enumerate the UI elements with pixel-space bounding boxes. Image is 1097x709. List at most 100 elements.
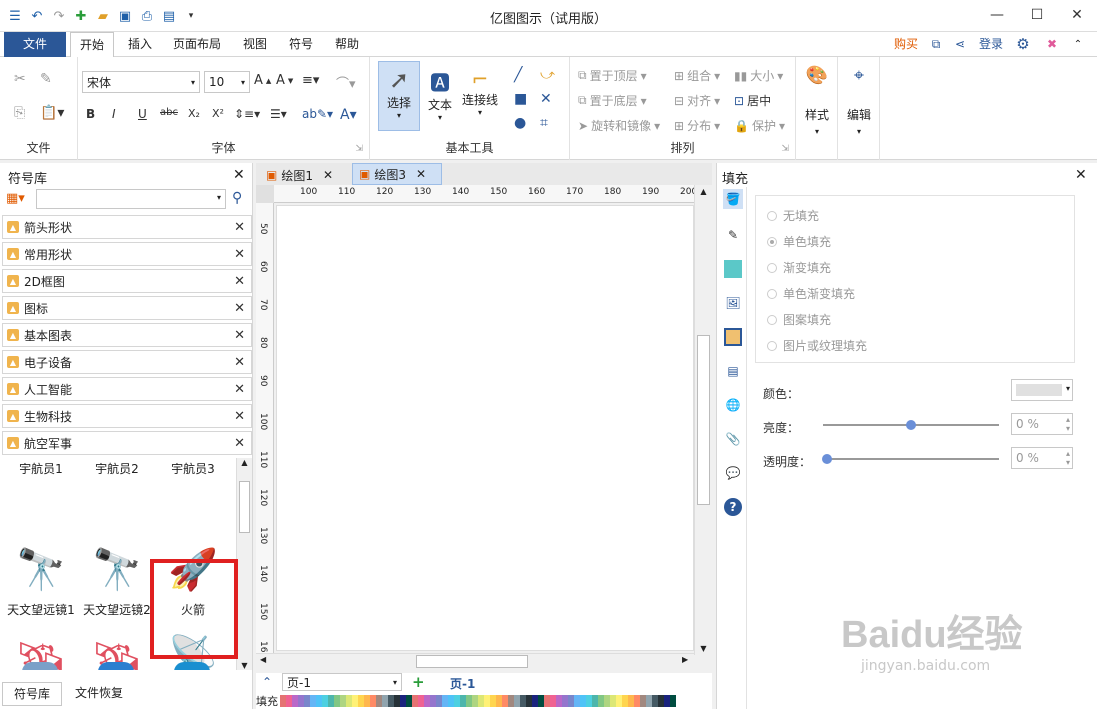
file-recovery-tab[interactable]: 文件恢复: [66, 682, 132, 706]
paste-icon[interactable]: 📋▾: [40, 105, 64, 121]
center-button[interactable]: ⊡ 居中: [734, 92, 771, 109]
add-page-icon[interactable]: +: [412, 673, 425, 691]
collapse-ribbon-icon[interactable]: ⌃: [1068, 32, 1088, 57]
library-category[interactable]: ▲ 生物科技 ✕: [2, 404, 252, 428]
library-search-input[interactable]: ▾: [36, 189, 226, 209]
category-close-icon[interactable]: ✕: [234, 274, 245, 289]
login-link[interactable]: 登录: [974, 32, 1008, 57]
select-tool-button[interactable]: ➚ 选择 ▾: [378, 61, 420, 131]
maximize-button[interactable]: ☐: [1017, 0, 1057, 30]
tab-view[interactable]: 视图: [236, 32, 274, 57]
color-picker[interactable]: ▾: [1011, 379, 1073, 401]
document-list-icon[interactable]: ▤: [723, 361, 743, 381]
combine-button[interactable]: ⊞ 组合 ▾: [674, 67, 720, 84]
library-category[interactable]: ▲ 2D框图 ✕: [2, 269, 252, 293]
rectangle-tool-icon[interactable]: ■: [514, 91, 527, 107]
library-category[interactable]: ▲ 电子设备 ✕: [2, 350, 252, 374]
arrange-dialog-launcher-icon[interactable]: ⇲: [781, 144, 789, 154]
doc-tab-3[interactable]: ▣ 绘图3 ✕: [352, 163, 442, 185]
library-category[interactable]: ▲ 人工智能 ✕: [2, 377, 252, 401]
radio-button[interactable]: [767, 262, 777, 273]
drawing-page[interactable]: [276, 205, 694, 651]
ellipse-tool-icon[interactable]: ●: [514, 115, 526, 131]
radio-button[interactable]: [767, 288, 777, 299]
shrink-font-icon[interactable]: A ▾: [276, 73, 293, 88]
underline-icon[interactable]: U: [138, 107, 147, 121]
library-bottom-tab[interactable]: 符号库: [2, 682, 62, 706]
tab-page-layout[interactable]: 页面布局: [166, 32, 228, 57]
italic-icon[interactable]: I: [112, 107, 116, 121]
library-category[interactable]: ▲ 常用形状 ✕: [2, 242, 252, 266]
line-spacing-icon[interactable]: ⇕≡▾: [234, 107, 260, 121]
radio-button[interactable]: [767, 340, 777, 351]
layer-icon[interactable]: [724, 328, 742, 346]
bring-to-front-button[interactable]: ⧉ 置于顶层 ▾: [578, 67, 647, 84]
category-close-icon[interactable]: ✕: [234, 328, 245, 343]
category-close-icon[interactable]: ✕: [234, 301, 245, 316]
symbol-item-partial[interactable]: [98, 662, 134, 670]
fill-option[interactable]: 渐变填充: [767, 259, 831, 276]
protect-button[interactable]: 🔒 保护 ▾: [734, 117, 785, 134]
library-menu-icon[interactable]: ▦▾: [6, 191, 25, 206]
fill-option[interactable]: 图案填充: [767, 311, 831, 328]
library-category[interactable]: ▲ 箭头形状 ✕: [2, 215, 252, 239]
globe-icon[interactable]: 🌐: [723, 395, 743, 415]
transparency-input[interactable]: 0 % ▴ ▾: [1011, 447, 1073, 469]
brightness-input[interactable]: 0 % ▴ ▾: [1011, 413, 1073, 435]
category-close-icon[interactable]: ✕: [234, 247, 245, 262]
send-to-back-button[interactable]: ⧉ 置于底层 ▾: [578, 92, 647, 109]
strikethrough-icon[interactable]: abc: [160, 107, 178, 118]
page-select[interactable]: 页-1 ▾: [282, 673, 402, 691]
fill-option[interactable]: 单色渐变填充: [767, 285, 855, 302]
category-close-icon[interactable]: ✕: [234, 409, 245, 424]
symbol-item[interactable]: 宇航员3: [156, 460, 230, 478]
fill-option[interactable]: 图片或纹理填充: [767, 337, 867, 354]
line-tool-icon[interactable]: ╱: [514, 67, 522, 83]
color-swatches[interactable]: [280, 695, 676, 707]
symbol-item[interactable]: 🔭 天文望远镜1: [4, 539, 78, 629]
bullets-icon[interactable]: ☰▾: [270, 107, 287, 121]
doc-tab-1[interactable]: ▣ 绘图1 ✕: [260, 165, 348, 185]
curve-tool-icon[interactable]: ⤻: [540, 67, 555, 83]
symbol-item-partial[interactable]: [22, 662, 58, 670]
category-close-icon[interactable]: ✕: [234, 436, 245, 451]
share-icon[interactable]: ⋖: [950, 32, 970, 57]
crop-tool-icon[interactable]: ⌗: [540, 115, 548, 131]
minimize-button[interactable]: —: [977, 0, 1017, 30]
cut-icon[interactable]: ✂: [14, 71, 26, 87]
shadow-icon[interactable]: [724, 260, 742, 278]
radio-button[interactable]: [767, 210, 777, 221]
copy-icon[interactable]: ⎘: [14, 105, 25, 121]
attachment-icon[interactable]: 📎: [723, 429, 743, 449]
close-button[interactable]: ✕: [1057, 0, 1097, 30]
text-highlight-icon[interactable]: ab✎▾: [302, 107, 333, 121]
radio-button[interactable]: [767, 236, 777, 247]
vertical-scrollbar[interactable]: ▲ ▼: [694, 185, 712, 655]
subscript-icon[interactable]: X₂: [188, 107, 200, 120]
font-color-icon[interactable]: A▾: [340, 107, 357, 123]
connector-tool-button[interactable]: ⌐ 连接线 ▾: [458, 61, 502, 131]
symbol-item-partial[interactable]: [174, 662, 210, 670]
search-icon[interactable]: ⚲: [232, 190, 242, 206]
vertical-scroll-thumb[interactable]: [697, 335, 710, 505]
line-style-icon[interactable]: ✎: [723, 225, 743, 245]
library-category[interactable]: ▲ 图标 ✕: [2, 296, 252, 320]
edit-button[interactable]: ⌖ 编辑 ▾: [842, 65, 876, 136]
doc-tab-1-close-icon[interactable]: ✕: [323, 168, 333, 182]
page-nav-up-icon[interactable]: ⌃: [262, 675, 272, 689]
tab-insert[interactable]: 插入: [120, 32, 160, 57]
library-close-icon[interactable]: ✕: [233, 167, 245, 183]
category-close-icon[interactable]: ✕: [234, 220, 245, 235]
comment-icon[interactable]: 💬: [723, 463, 743, 483]
symbol-item[interactable]: 宇航员2: [80, 460, 154, 478]
symbol-item[interactable]: 宇航员1: [4, 460, 78, 478]
category-close-icon[interactable]: ✕: [234, 382, 245, 397]
horizontal-scroll-thumb[interactable]: [416, 655, 528, 668]
text-tool-button[interactable]: 🅰 文本 ▾: [422, 61, 458, 131]
tab-help[interactable]: 帮助: [328, 32, 366, 57]
text-direction-icon[interactable]: ⌒▾: [336, 73, 356, 92]
library-scroll-thumb[interactable]: [239, 481, 250, 533]
help-icon[interactable]: ?: [724, 498, 742, 516]
category-close-icon[interactable]: ✕: [234, 355, 245, 370]
fill-bucket-icon[interactable]: 🪣: [723, 189, 743, 209]
